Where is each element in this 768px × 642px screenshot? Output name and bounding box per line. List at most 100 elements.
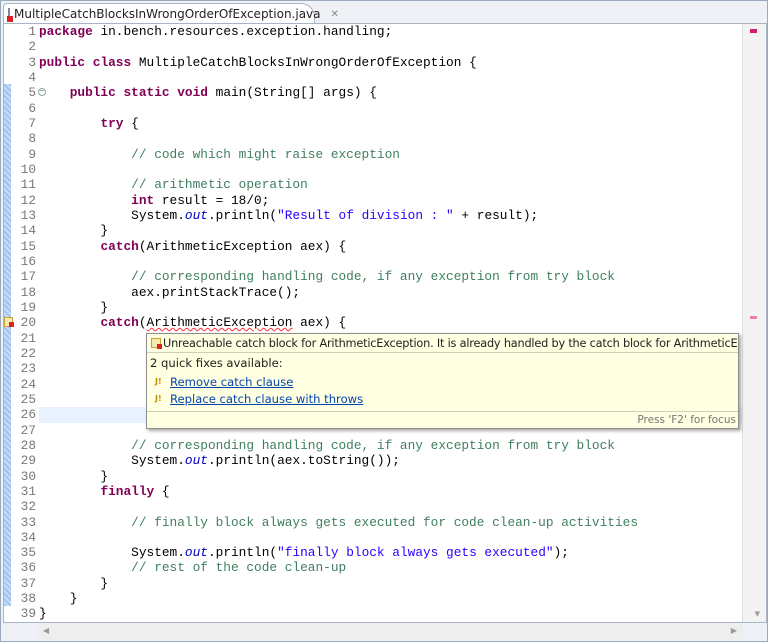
code-token: aex.printStackTrace(); bbox=[39, 284, 301, 300]
editor-tab[interactable]: MultipleCatchBlocksInWrongOrderOfExcepti… bbox=[3, 3, 339, 24]
code-token: } bbox=[39, 575, 109, 591]
line-number: 27 bbox=[20, 422, 36, 438]
code-token: void bbox=[177, 85, 208, 101]
code-line[interactable]: System.out.println("Result of division :… bbox=[39, 208, 743, 223]
code-line[interactable]: catch(ArithmeticException aex) { bbox=[39, 239, 743, 254]
code-area[interactable]: package in.bench.resources.exception.han… bbox=[39, 24, 743, 622]
error-summary-marker[interactable] bbox=[750, 29, 757, 33]
code-line[interactable]: // rest of the code clean-up bbox=[39, 560, 743, 575]
line-number: 20 bbox=[4, 315, 38, 330]
code-token: } bbox=[39, 606, 47, 622]
code-line[interactable]: } bbox=[39, 576, 743, 591]
line-number: 28 bbox=[20, 437, 36, 453]
line-number: 35 bbox=[20, 545, 36, 561]
scroll-left-arrow-icon[interactable]: ◀ bbox=[43, 626, 49, 635]
code-line[interactable]: public static void main(String[] args) { bbox=[39, 85, 743, 100]
editor-window: MultipleCatchBlocksInWrongOrderOfExcepti… bbox=[0, 0, 768, 642]
error-marker[interactable] bbox=[750, 316, 757, 319]
code-line[interactable]: } bbox=[39, 300, 743, 315]
code-token: class bbox=[92, 54, 132, 70]
code-token: // corresponding handling code, if any e… bbox=[131, 269, 615, 285]
line-number: 24 bbox=[20, 376, 36, 392]
code-line[interactable] bbox=[39, 254, 743, 269]
code-token: System. bbox=[39, 545, 185, 561]
line-number: 31 bbox=[20, 483, 36, 499]
code-token: + result); bbox=[453, 207, 539, 223]
code-line[interactable]: } bbox=[39, 223, 743, 238]
code-line[interactable] bbox=[39, 499, 743, 514]
line-number: 7 bbox=[28, 115, 36, 131]
code-line[interactable]: } bbox=[39, 469, 743, 484]
code-line[interactable] bbox=[39, 101, 743, 116]
java-file-error-icon bbox=[7, 7, 13, 22]
error-token: ArithmeticException bbox=[146, 315, 293, 331]
quick-fix-icon: J! bbox=[155, 394, 162, 403]
code-line[interactable]: aex.printStackTrace(); bbox=[39, 285, 743, 300]
code-token: try bbox=[100, 115, 124, 131]
line-number: 12 bbox=[20, 192, 36, 208]
code-line[interactable]: // corresponding handling code, if any e… bbox=[39, 438, 743, 453]
code-token: in.bench.resources.exception.handling; bbox=[92, 24, 393, 39]
code-token: "Result of division : " bbox=[277, 207, 454, 223]
code-token: } bbox=[39, 591, 78, 607]
code-line[interactable]: System.out.println("finally block always… bbox=[39, 545, 743, 560]
error-icon bbox=[151, 338, 162, 349]
line-number: 15 bbox=[20, 238, 36, 254]
line-number: 38 bbox=[20, 591, 36, 607]
line-number: 10 bbox=[20, 161, 36, 177]
code-token: aex) { bbox=[292, 315, 347, 331]
code-token: // corresponding handling code, if any e… bbox=[131, 437, 615, 453]
scroll-down-arrow-icon[interactable]: ▼ bbox=[755, 610, 760, 618]
code-line[interactable] bbox=[39, 39, 743, 54]
code-line[interactable] bbox=[39, 70, 743, 85]
code-token: public bbox=[69, 85, 116, 101]
code-line[interactable] bbox=[39, 162, 743, 177]
scroll-right-arrow-icon[interactable]: ▶ bbox=[731, 626, 737, 635]
line-number: 25 bbox=[20, 391, 36, 407]
code-line[interactable]: // arithmetic operation bbox=[39, 177, 743, 192]
code-line[interactable]: // code which might raise exception bbox=[39, 147, 743, 162]
code-token: public bbox=[39, 54, 86, 70]
quick-fix-replace[interactable]: J! Replace catch clause with throws bbox=[147, 390, 738, 407]
code-line[interactable]: // corresponding handling code, if any e… bbox=[39, 269, 743, 284]
code-token: (ArithmeticException aex) { bbox=[138, 238, 347, 254]
line-number: 4 bbox=[28, 69, 36, 85]
code-line[interactable]: } bbox=[39, 591, 743, 606]
replace-with-throws-link[interactable]: Replace catch clause with throws bbox=[170, 392, 363, 406]
line-number: 30 bbox=[20, 468, 36, 484]
code-token: { bbox=[123, 115, 139, 131]
line-number: 32 bbox=[20, 499, 36, 515]
code-token: .println( bbox=[207, 545, 278, 561]
code-line[interactable]: System.out.println(aex.toString()); bbox=[39, 453, 743, 468]
line-number: 14 bbox=[20, 223, 36, 239]
code-line[interactable]: int result = 18/0; bbox=[39, 193, 743, 208]
close-icon[interactable]: ✕ bbox=[331, 9, 339, 20]
code-token: } bbox=[39, 468, 109, 484]
overview-ruler[interactable]: ▼ bbox=[742, 24, 766, 622]
horizontal-scrollbar[interactable]: ◀ ▶ bbox=[37, 623, 743, 640]
code-line[interactable]: public class MultipleCatchBlocksInWrongO… bbox=[39, 55, 743, 70]
code-line[interactable]: package in.bench.resources.exception.han… bbox=[39, 24, 743, 39]
code-token: // arithmetic operation bbox=[131, 177, 308, 193]
error-lightbulb-icon[interactable] bbox=[4, 317, 14, 328]
code-line[interactable]: catch(ArithmeticException aex) { bbox=[39, 315, 743, 330]
focus-hint: Press 'F2' for focus bbox=[147, 411, 738, 428]
code-line[interactable]: finally { bbox=[39, 484, 743, 499]
code-line[interactable] bbox=[39, 131, 743, 146]
code-line[interactable] bbox=[39, 530, 743, 545]
quick-fix-remove[interactable]: J! Remove catch clause bbox=[147, 373, 738, 390]
code-line[interactable]: } bbox=[39, 606, 743, 621]
line-number: 19 bbox=[20, 299, 36, 315]
code-token: { bbox=[154, 483, 170, 499]
line-number: 8 bbox=[28, 131, 36, 147]
code-editor[interactable]: 1 2 3 4 5−6 7 8 9 10 11 12 13 14 15 16 17 18 19 20 21 22 23 24… bbox=[3, 23, 767, 623]
code-token: // finally block always gets executed fo… bbox=[131, 514, 638, 530]
code-line[interactable]: // finally block always gets executed fo… bbox=[39, 515, 743, 530]
code-line[interactable]: try { bbox=[39, 116, 743, 131]
remove-catch-clause-link[interactable]: Remove catch clause bbox=[170, 375, 293, 389]
quick-fix-count: 2 quick fixes available: bbox=[150, 356, 283, 370]
